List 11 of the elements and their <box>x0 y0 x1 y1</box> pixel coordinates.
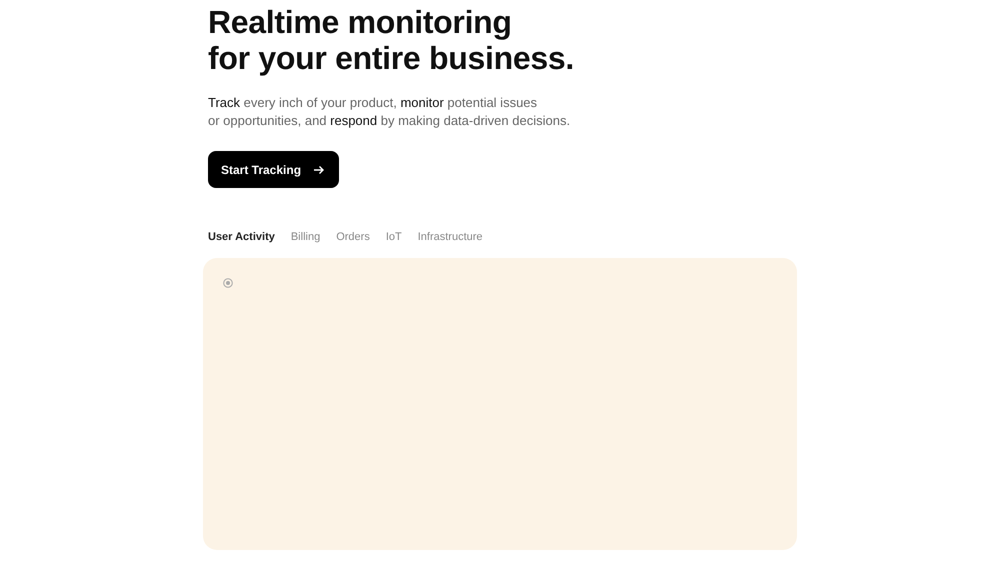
tab[interactable]: IoT <box>386 231 402 243</box>
target-icon <box>223 278 233 288</box>
tab[interactable]: Billing <box>290 231 320 243</box>
start-tracking-button[interactable]: Start Tracking <box>208 151 340 188</box>
tab[interactable]: User Activity <box>208 231 275 243</box>
tab[interactable]: Orders <box>336 231 370 243</box>
arrow-icon <box>313 164 326 176</box>
hero-heading: Realtime monitoring for your entire business. <box>208 4 575 76</box>
description-line: or opportunities, and respond by making data-driven decisions. <box>208 112 570 130</box>
tab[interactable]: Infrastructure <box>418 231 483 243</box>
description-line: Track every inch of your product, monitor potential issues <box>208 94 538 112</box>
